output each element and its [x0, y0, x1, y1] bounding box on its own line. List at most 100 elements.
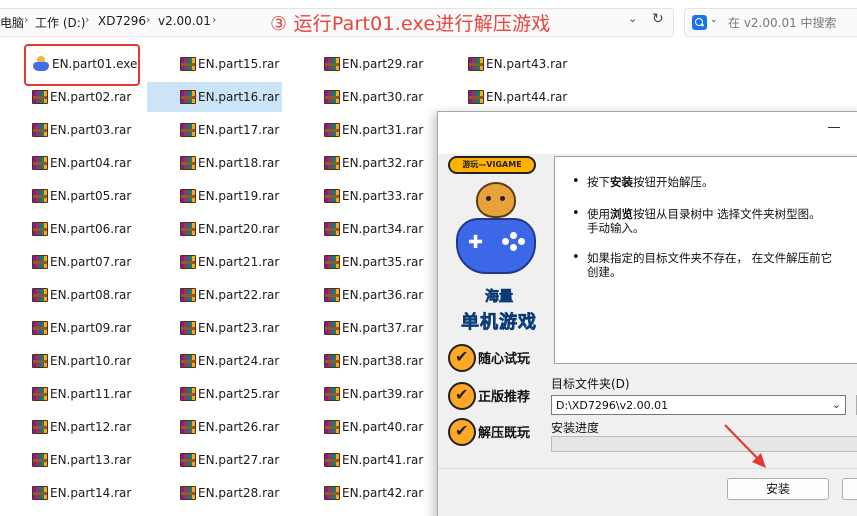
- breadcrumb-separator[interactable]: ›: [24, 13, 28, 26]
- winrar-archive-icon: [324, 255, 340, 269]
- progress-label: 安装进度: [551, 421, 600, 435]
- winrar-archive-icon: [324, 321, 340, 335]
- winrar-archive-icon: [324, 189, 340, 203]
- file-item[interactable]: EN.part14.rar: [24, 478, 142, 508]
- destination-field[interactable]: D:\XD7296\v2.00.01 ⌄: [551, 395, 846, 415]
- feature-label: 正版推荐: [478, 390, 531, 405]
- chevron-down-icon[interactable]: ⌄: [710, 15, 718, 25]
- file-item[interactable]: EN.part42.rar: [316, 478, 426, 508]
- file-item[interactable]: EN.part22.rar: [147, 280, 282, 310]
- file-item[interactable]: EN.part07.rar: [24, 247, 142, 277]
- breadcrumb-item-drive[interactable]: 工作 (D:): [35, 14, 85, 31]
- winrar-archive-icon: [468, 90, 484, 104]
- install-button[interactable]: 安装: [727, 478, 829, 500]
- file-item[interactable]: EN.part33.rar: [316, 181, 426, 211]
- file-name: EN.part12.rar: [50, 420, 132, 434]
- minimize-icon[interactable]: [828, 116, 840, 128]
- destination-value[interactable]: D:\XD7296\v2.00.01: [556, 399, 668, 412]
- file-item[interactable]: EN.part28.rar: [147, 478, 282, 508]
- feature-item: 随心试玩: [448, 344, 552, 374]
- file-item[interactable]: EN.part12.rar: [24, 412, 142, 442]
- file-item[interactable]: EN.part36.rar: [316, 280, 426, 310]
- file-item[interactable]: EN.part23.rar: [147, 313, 282, 343]
- file-item[interactable]: EN.part37.rar: [316, 313, 426, 343]
- file-item[interactable]: EN.part41.rar: [316, 445, 426, 475]
- file-item[interactable]: EN.part02.rar: [24, 82, 142, 112]
- file-item[interactable]: EN.part16.rar: [147, 82, 282, 112]
- file-item[interactable]: EN.part11.rar: [24, 379, 142, 409]
- file-item[interactable]: EN.part32.rar: [316, 148, 426, 178]
- file-item[interactable]: EN.part34.rar: [316, 214, 426, 244]
- file-item[interactable]: EN.part35.rar: [316, 247, 426, 277]
- file-item[interactable]: EN.part21.rar: [147, 247, 282, 277]
- file-item[interactable]: EN.part17.rar: [147, 115, 282, 145]
- breadcrumb-item-this-pc[interactable]: 电脑: [0, 14, 24, 31]
- winrar-archive-icon: [32, 354, 48, 368]
- file-item[interactable]: EN.part03.rar: [24, 115, 142, 145]
- file-item[interactable]: EN.part43.rar: [460, 49, 570, 79]
- winrar-archive-icon: [180, 156, 196, 170]
- file-item[interactable]: EN.part20.rar: [147, 214, 282, 244]
- file-name: EN.part27.rar: [198, 453, 280, 467]
- file-name: EN.part05.rar: [50, 189, 132, 203]
- file-item[interactable]: EN.part08.rar: [24, 280, 142, 310]
- file-item[interactable]: EN.part30.rar: [316, 82, 426, 112]
- file-name: EN.part33.rar: [342, 189, 424, 203]
- winrar-archive-icon: [32, 387, 48, 401]
- file-item[interactable]: EN.part09.rar: [24, 313, 142, 343]
- file-item[interactable]: EN.part44.rar: [460, 82, 570, 112]
- winrar-archive-icon: [324, 420, 340, 434]
- winrar-archive-icon: [32, 90, 48, 104]
- file-name: EN.part10.rar: [50, 354, 132, 368]
- dialog-title-bar[interactable]: [438, 112, 857, 154]
- file-name: EN.part25.rar: [198, 387, 280, 401]
- file-item[interactable]: EN.part05.rar: [24, 181, 142, 211]
- refresh-icon[interactable]: ↻: [652, 11, 664, 27]
- gamepad-mascot-icon: [456, 178, 536, 278]
- winrar-archive-icon: [324, 57, 340, 71]
- file-item[interactable]: EN.part25.rar: [147, 379, 282, 409]
- file-item[interactable]: EN.part40.rar: [316, 412, 426, 442]
- file-name: EN.part30.rar: [342, 90, 424, 104]
- installer-dialog: 游玩—VIGAME 海量 单机游戏 随心试玩 正版推荐 解压既玩 按下安装按钮开…: [437, 111, 857, 516]
- file-item[interactable]: EN.part31.rar: [316, 115, 426, 145]
- file-item[interactable]: EN.part15.rar: [147, 49, 282, 79]
- file-item[interactable]: EN.part10.rar: [24, 346, 142, 376]
- file-name: EN.part09.rar: [50, 321, 132, 335]
- file-item[interactable]: EN.part29.rar: [316, 49, 426, 79]
- winrar-archive-icon: [324, 387, 340, 401]
- instruction-item: 使用浏览按钮从目录树中 选择文件夹树型图。手动输入。: [572, 207, 821, 235]
- file-item[interactable]: EN.part06.rar: [24, 214, 142, 244]
- file-item[interactable]: EN.part13.rar: [24, 445, 142, 475]
- file-name: EN.part28.rar: [198, 486, 280, 500]
- file-name: EN.part40.rar: [342, 420, 424, 434]
- file-name: EN.part37.rar: [342, 321, 424, 335]
- cancel-button[interactable]: [842, 478, 857, 500]
- breadcrumb-separator[interactable]: ›: [212, 13, 216, 26]
- promo-banner: 游玩—VIGAME 海量 单机游戏 随心试玩 正版推荐 解压既玩: [446, 156, 550, 456]
- file-item[interactable]: EN.part39.rar: [316, 379, 426, 409]
- check-icon: [448, 418, 476, 446]
- file-name: EN.part17.rar: [198, 123, 280, 137]
- file-item[interactable]: EN.part38.rar: [316, 346, 426, 376]
- tutorial-annotation: ③ 运行Part01.exe进行解压游戏: [270, 13, 551, 35]
- file-item[interactable]: EN.part27.rar: [147, 445, 282, 475]
- file-item[interactable]: EN.part26.rar: [147, 412, 282, 442]
- instructions-panel: 按下安装按钮开始解压。 使用浏览按钮从目录树中 选择文件夹树型图。手动输入。 如…: [554, 156, 857, 364]
- winrar-archive-icon: [180, 123, 196, 137]
- chevron-down-icon[interactable]: ⌄: [628, 12, 637, 25]
- breadcrumb-separator[interactable]: ›: [146, 13, 150, 26]
- file-name: EN.part15.rar: [198, 57, 280, 71]
- file-item[interactable]: EN.part04.rar: [24, 148, 142, 178]
- file-item[interactable]: EN.part18.rar: [147, 148, 282, 178]
- winrar-archive-icon: [32, 222, 48, 236]
- breadcrumb-item-folder[interactable]: XD7296: [98, 14, 146, 28]
- file-item[interactable]: EN.part24.rar: [147, 346, 282, 376]
- search-placeholder: 在 v2.00.01 中搜索: [728, 16, 837, 30]
- chevron-down-icon[interactable]: ⌄: [832, 398, 841, 411]
- file-item[interactable]: EN.part19.rar: [147, 181, 282, 211]
- breadcrumb-separator[interactable]: ›: [85, 13, 89, 26]
- file-name: EN.part38.rar: [342, 354, 424, 368]
- breadcrumb-item-version[interactable]: v2.00.01: [158, 14, 211, 28]
- feature-label: 随心试玩: [478, 352, 531, 367]
